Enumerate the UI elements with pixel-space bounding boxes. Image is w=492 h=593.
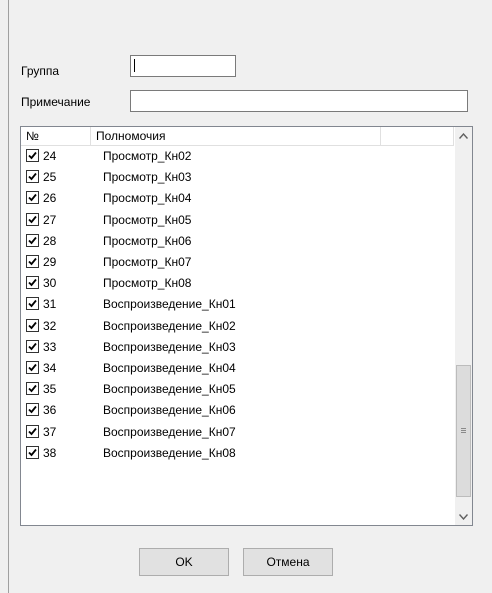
row-number: 30 bbox=[43, 276, 57, 291]
list-item[interactable]: 35 Воспроизведение_Кн05 bbox=[21, 379, 454, 400]
checkmark-icon bbox=[28, 173, 37, 181]
permission-name: Воспроизведение_Кн05 bbox=[103, 382, 236, 397]
permission-checkbox[interactable] bbox=[26, 233, 39, 247]
row-number: 38 bbox=[43, 445, 57, 460]
row-number: 27 bbox=[43, 212, 57, 227]
checkmark-icon bbox=[28, 151, 37, 160]
column-header-number[interactable]: № bbox=[21, 127, 91, 146]
permission-checkbox[interactable] bbox=[26, 424, 39, 438]
row-number: 28 bbox=[43, 233, 57, 248]
permission-name: Просмотр_Кн08 bbox=[103, 276, 192, 291]
checkmark-icon bbox=[28, 321, 37, 329]
row-number: 29 bbox=[43, 255, 57, 269]
row-number: 26 bbox=[43, 191, 57, 206]
vertical-scrollbar[interactable] bbox=[455, 127, 472, 525]
scrollbar-thumb[interactable] bbox=[456, 365, 471, 497]
checkmark-icon bbox=[28, 406, 37, 414]
permission-name: Просмотр_Кн03 bbox=[103, 170, 192, 185]
permission-name: Просмотр_Кн02 bbox=[103, 149, 192, 163]
row-number: 37 bbox=[43, 424, 57, 439]
list-item[interactable]: 26 Просмотр_Кн04 bbox=[21, 188, 454, 209]
permission-checkbox[interactable] bbox=[26, 255, 39, 268]
permission-name: Воспроизведение_Кн03 bbox=[103, 339, 236, 354]
list-item[interactable]: 33 Воспроизведение_Кн03 bbox=[21, 337, 454, 358]
list-item[interactable]: 30 Просмотр_Кн08 bbox=[21, 273, 454, 294]
checkmark-icon bbox=[28, 236, 37, 245]
checkmark-icon bbox=[28, 385, 37, 393]
list-item[interactable]: 25 Просмотр_Кн03 bbox=[21, 167, 454, 188]
checkmark-icon bbox=[28, 257, 37, 266]
checkmark-icon bbox=[28, 279, 37, 287]
thumb-grip-line bbox=[461, 428, 466, 429]
group-input[interactable] bbox=[130, 55, 236, 77]
row-number: 33 bbox=[43, 339, 57, 354]
permission-checkbox[interactable] bbox=[26, 403, 39, 417]
permissions-list[interactable]: № Полномочия 24 Просмотр_Кн02 25 Просмотр_К… bbox=[20, 126, 473, 526]
text-caret bbox=[134, 59, 135, 72]
permission-checkbox[interactable] bbox=[26, 382, 39, 396]
checkmark-icon bbox=[28, 427, 37, 435]
list-item[interactable]: 37 Воспроизведение_Кн07 bbox=[21, 422, 454, 443]
permission-name: Воспроизведение_Кн04 bbox=[103, 361, 236, 375]
row-number: 24 bbox=[43, 149, 57, 163]
permission-name: Воспроизведение_Кн02 bbox=[103, 318, 236, 333]
permission-checkbox[interactable] bbox=[26, 149, 39, 162]
row-number: 36 bbox=[43, 403, 57, 418]
permission-checkbox[interactable] bbox=[26, 445, 39, 459]
checkmark-icon bbox=[28, 363, 37, 372]
note-input[interactable] bbox=[130, 90, 468, 112]
checkmark-icon bbox=[28, 194, 37, 202]
permission-checkbox[interactable] bbox=[26, 361, 39, 374]
row-number: 31 bbox=[43, 297, 57, 312]
list-header: № Полномочия bbox=[21, 127, 454, 146]
permission-checkbox[interactable] bbox=[26, 276, 39, 290]
column-header-empty[interactable] bbox=[381, 127, 454, 146]
list-item[interactable]: 24 Просмотр_Кн02 bbox=[21, 146, 454, 167]
ok-button[interactable]: OK bbox=[139, 548, 229, 576]
permission-name: Воспроизведение_Кн01 bbox=[103, 297, 236, 312]
list-item[interactable]: 34 Воспроизведение_Кн04 bbox=[21, 358, 454, 379]
checkmark-icon bbox=[28, 342, 37, 351]
permission-name: Воспроизведение_Кн08 bbox=[103, 445, 236, 460]
permission-name: Воспроизведение_Кн07 bbox=[103, 424, 236, 439]
list-item[interactable]: 32 Воспроизведение_Кн02 bbox=[21, 316, 454, 337]
list-item[interactable]: 38 Воспроизведение_Кн08 bbox=[21, 443, 454, 464]
row-number: 35 bbox=[43, 382, 57, 397]
note-label: Примечание bbox=[21, 95, 91, 109]
permission-checkbox[interactable] bbox=[26, 191, 39, 205]
list-item[interactable]: 27 Просмотр_Кн05 bbox=[21, 210, 454, 231]
column-header-permissions[interactable]: Полномочия bbox=[91, 127, 381, 146]
list-item[interactable]: 36 Воспроизведение_Кн06 bbox=[21, 400, 454, 421]
permission-checkbox[interactable] bbox=[26, 339, 39, 353]
row-number: 25 bbox=[43, 170, 57, 185]
group-label: Группа bbox=[21, 64, 60, 78]
cancel-button[interactable]: Отмена bbox=[243, 548, 333, 576]
checkmark-icon bbox=[28, 448, 37, 457]
permission-name: Воспроизведение_Кн06 bbox=[103, 403, 236, 418]
window-left-border bbox=[8, 0, 9, 593]
permission-checkbox[interactable] bbox=[26, 297, 39, 311]
list-item[interactable]: 31 Воспроизведение_Кн01 bbox=[21, 294, 454, 315]
permission-name: Просмотр_Кн05 bbox=[103, 212, 192, 227]
list-item[interactable]: 28 Просмотр_Кн06 bbox=[21, 231, 454, 252]
thumb-grip-line bbox=[461, 430, 466, 431]
checkmark-icon bbox=[28, 215, 37, 223]
row-number: 32 bbox=[43, 318, 57, 333]
thumb-grip-line bbox=[461, 432, 466, 433]
scroll-down-arrow-icon[interactable] bbox=[455, 508, 472, 525]
permission-name: Просмотр_Кн07 bbox=[103, 255, 192, 269]
permission-name: Просмотр_Кн06 bbox=[103, 233, 192, 248]
checkmark-icon bbox=[28, 300, 37, 308]
row-number: 34 bbox=[43, 361, 57, 375]
permission-checkbox[interactable] bbox=[26, 318, 39, 332]
list-item[interactable]: 29 Просмотр_Кн07 bbox=[21, 252, 454, 273]
scroll-up-arrow-icon[interactable] bbox=[455, 127, 472, 144]
permission-checkbox[interactable] bbox=[26, 170, 39, 184]
permission-name: Просмотр_Кн04 bbox=[103, 191, 192, 206]
permission-checkbox[interactable] bbox=[26, 212, 39, 226]
